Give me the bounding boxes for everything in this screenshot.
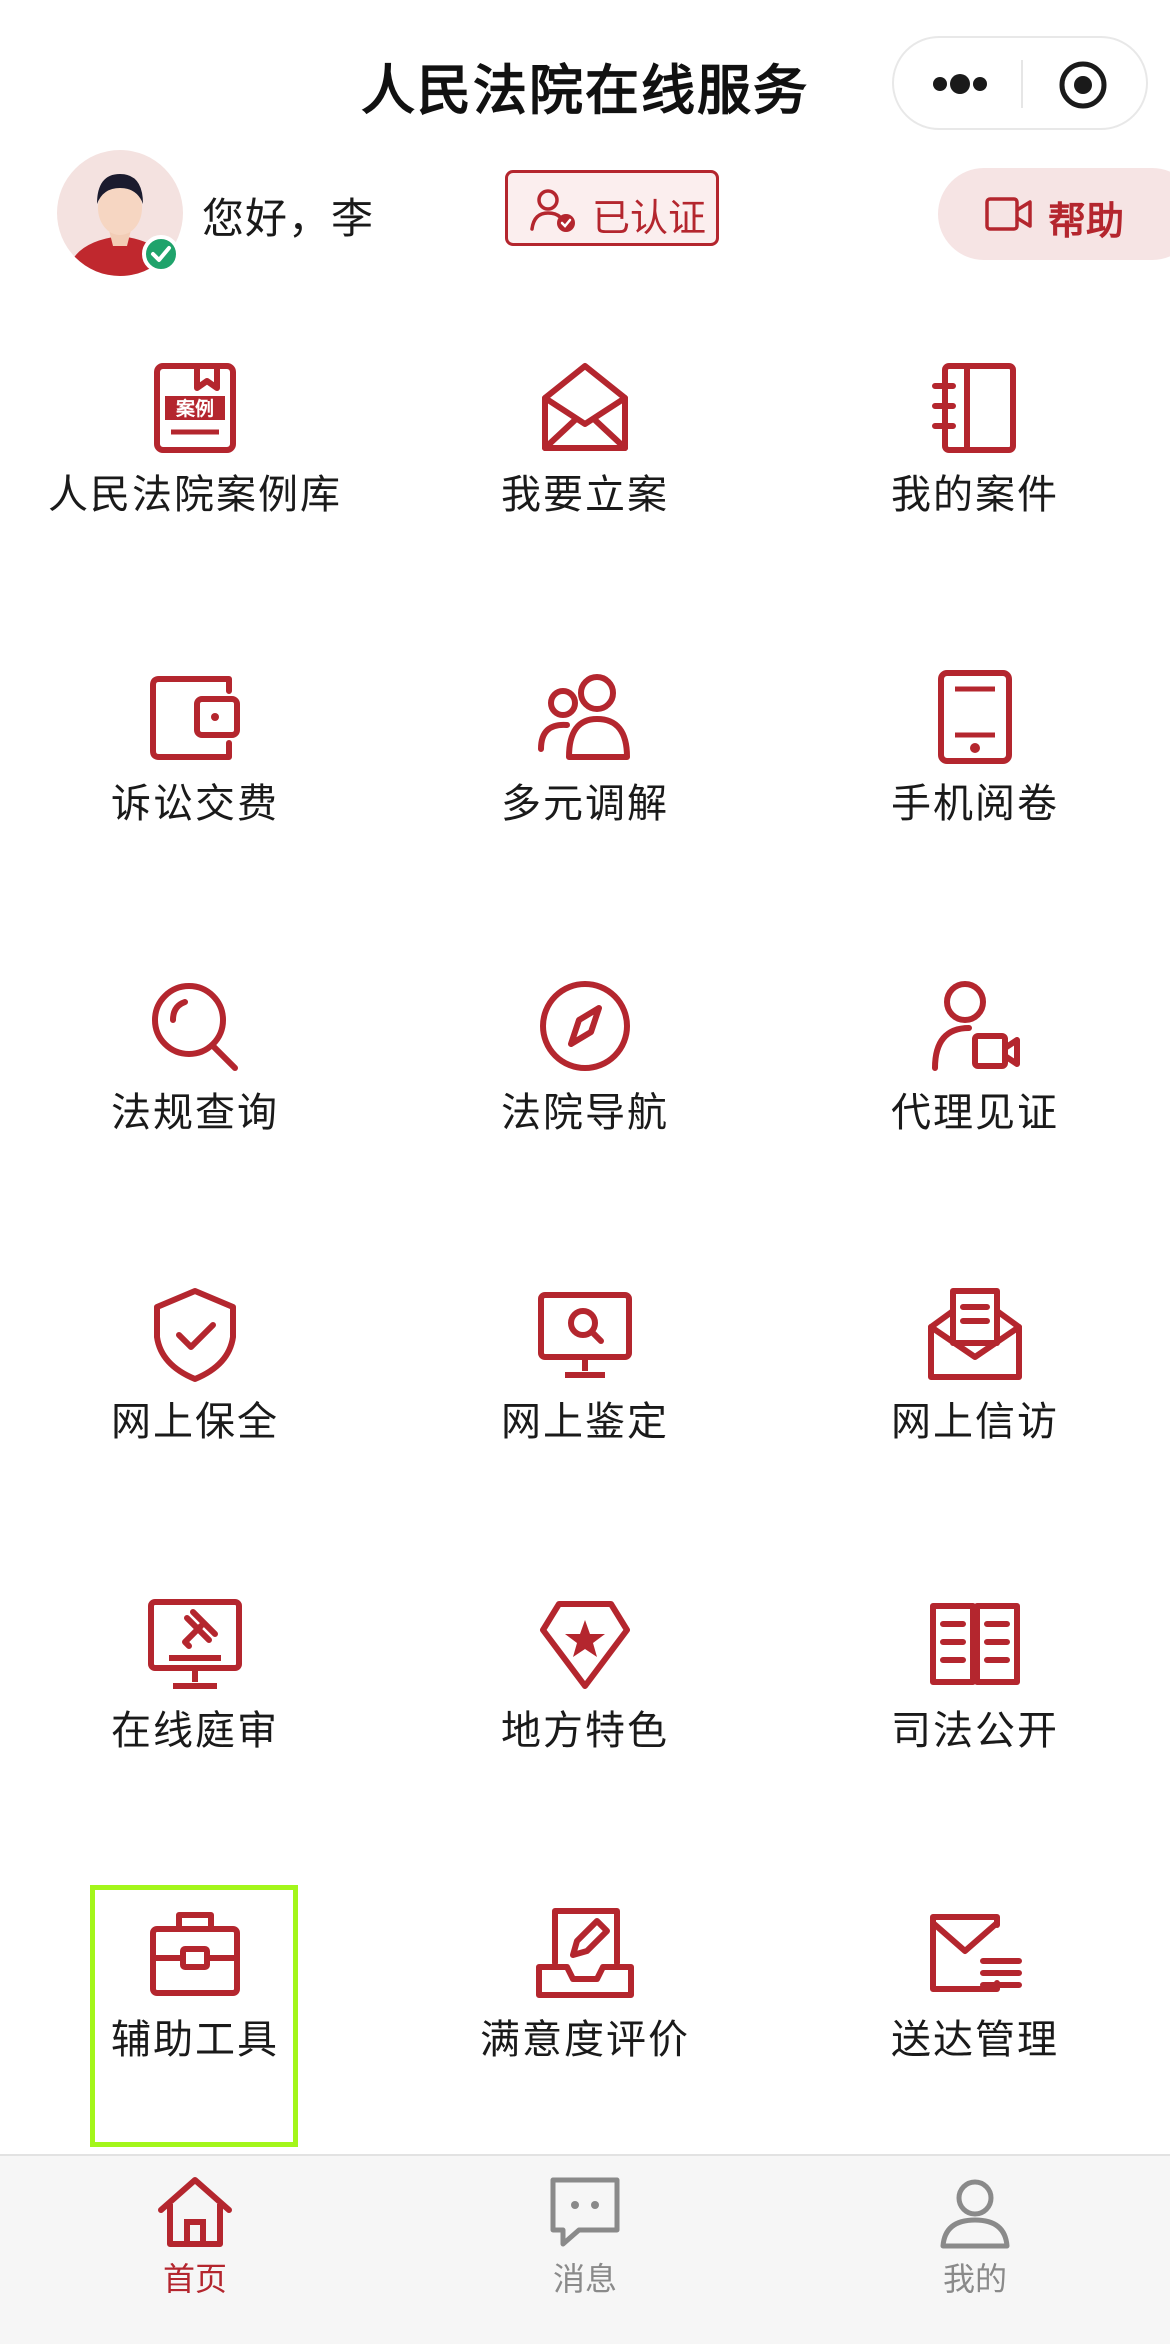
- case-badge-text: 案例: [175, 397, 214, 420]
- service-label: 法规查询: [111, 1090, 279, 1136]
- envelope-open-icon: [542, 363, 628, 451]
- capsule-divider: [1021, 60, 1023, 108]
- service-label: 多元调解: [501, 781, 669, 827]
- gavel-monitor-icon: [148, 1599, 242, 1689]
- help-label: 帮助: [1048, 199, 1125, 243]
- bottom-tab-bar: 首页 消息 我的: [0, 2154, 1170, 2344]
- tab-messages[interactable]: 消息: [390, 2156, 780, 2344]
- service-label: 人民法院案例库: [48, 472, 342, 518]
- service-wallet[interactable]: 诉讼交费: [0, 637, 390, 937]
- tab-home-label: 首页: [162, 2260, 227, 2298]
- service-shield-check[interactable]: 网上保全: [0, 1255, 390, 1555]
- service-label: 网上鉴定: [501, 1399, 669, 1445]
- service-mail-list[interactable]: 送达管理: [780, 1873, 1170, 2173]
- service-people[interactable]: 多元调解: [390, 637, 780, 937]
- verified-badge[interactable]: 已认证: [505, 170, 719, 246]
- open-book-icon: [930, 1603, 1020, 1685]
- case-library-icon: 案例: [154, 363, 236, 453]
- service-monitor-search[interactable]: 网上鉴定: [390, 1255, 780, 1555]
- service-label: 我要立案: [501, 472, 669, 518]
- service-open-book[interactable]: 司法公开: [780, 1564, 1170, 1864]
- verified-label: 已认证: [592, 196, 707, 240]
- service-pencil-tray[interactable]: 满意度评价: [390, 1873, 780, 2173]
- people-icon: [538, 674, 630, 760]
- mail-list-icon: [930, 1914, 1022, 1992]
- wallet-icon: [150, 676, 240, 760]
- service-compass[interactable]: 法院导航: [390, 946, 780, 1246]
- service-star-badge[interactable]: 地方特色: [390, 1564, 780, 1864]
- service-label: 司法公开: [891, 1708, 1059, 1754]
- service-envelope-open[interactable]: 我要立案: [390, 328, 780, 628]
- user-icon: [940, 2179, 1010, 2249]
- service-label: 手机阅卷: [891, 781, 1059, 827]
- service-notebook[interactable]: 我的案件: [780, 328, 1170, 628]
- service-label: 网上信访: [891, 1399, 1059, 1445]
- service-label: 我的案件: [891, 472, 1059, 518]
- more-dots-icon[interactable]: [928, 64, 992, 104]
- service-label: 辅助工具: [111, 2017, 279, 2063]
- service-label: 法院导航: [501, 1090, 669, 1136]
- service-label: 网上保全: [111, 1399, 279, 1445]
- service-tablet[interactable]: 手机阅卷: [780, 637, 1170, 937]
- pencil-tray-icon: [536, 1908, 634, 1998]
- home-icon: [158, 2177, 232, 2247]
- letter-icon: [928, 1288, 1022, 1380]
- service-label: 诉讼交费: [111, 781, 279, 827]
- service-label: 在线庭审: [111, 1708, 279, 1754]
- help-button[interactable]: 帮助: [938, 168, 1170, 260]
- tab-messages-label: 消息: [552, 2260, 617, 2298]
- toolbox-icon: [150, 1912, 240, 1996]
- user-check-icon: [530, 189, 575, 232]
- monitor-search-icon: [538, 1292, 632, 1378]
- service-label: 满意度评价: [480, 2017, 690, 2063]
- search-icon: [152, 983, 238, 1071]
- service-search[interactable]: 法规查询: [0, 946, 390, 1246]
- service-label: 代理见证: [891, 1090, 1059, 1136]
- target-icon[interactable]: [1058, 60, 1108, 110]
- tab-mine[interactable]: 我的: [780, 2156, 1170, 2344]
- star-badge-icon: [540, 1601, 630, 1689]
- miniprogram-capsule: [892, 36, 1148, 130]
- service-case-library[interactable]: 案例 人民法院案例库: [0, 328, 390, 628]
- tab-mine-label: 我的: [942, 2260, 1007, 2298]
- avatar[interactable]: [57, 150, 183, 276]
- service-toolbox[interactable]: 辅助工具: [0, 1873, 390, 2173]
- service-letter[interactable]: 网上信访: [780, 1255, 1170, 1555]
- chat-icon: [550, 2177, 620, 2247]
- service-gavel-monitor[interactable]: 在线庭审: [0, 1564, 390, 1864]
- shield-check-icon: [154, 1288, 236, 1382]
- tablet-icon: [938, 670, 1012, 764]
- service-label: 送达管理: [891, 2017, 1059, 2063]
- service-person-video[interactable]: 代理见证: [780, 946, 1170, 1246]
- video-camera-icon: [985, 197, 1032, 231]
- notebook-icon: [932, 363, 1016, 453]
- compass-icon: [540, 981, 630, 1071]
- tab-home[interactable]: 首页: [0, 2156, 390, 2344]
- service-label: 地方特色: [501, 1708, 669, 1754]
- greeting-text: 您好，李: [202, 194, 375, 243]
- person-video-icon: [932, 981, 1020, 1071]
